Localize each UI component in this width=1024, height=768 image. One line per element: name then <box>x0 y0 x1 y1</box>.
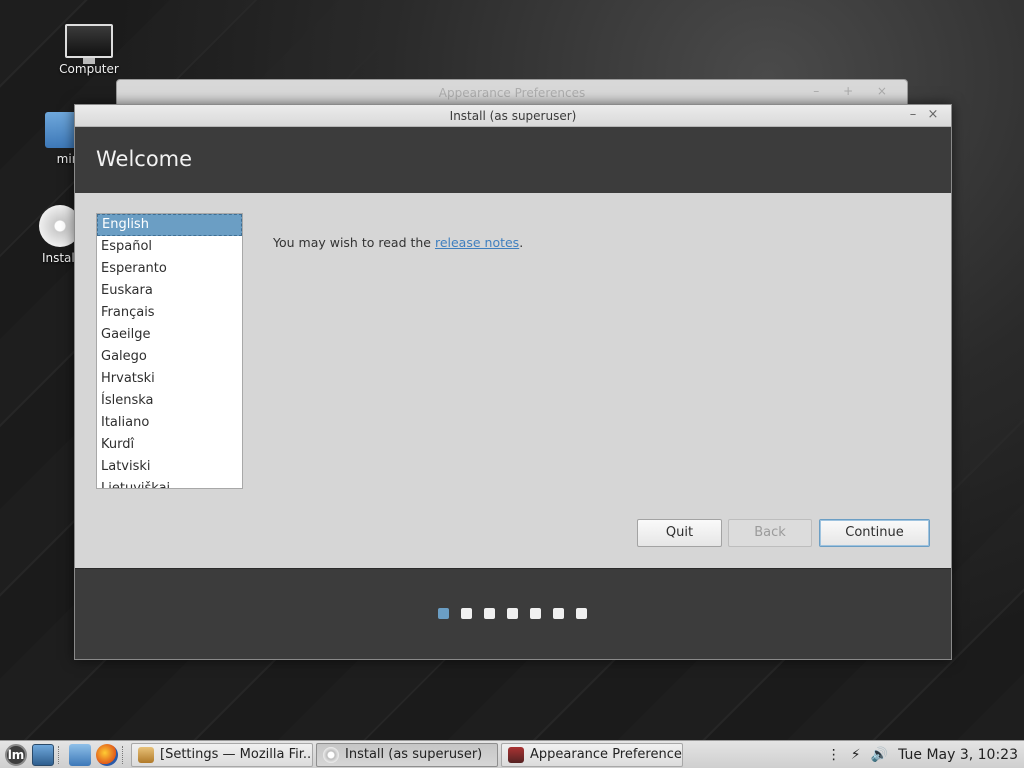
language-item[interactable]: Hrvatski <box>97 368 242 390</box>
minimize-button[interactable]: – <box>905 107 921 122</box>
window-title: Install (as superuser) <box>449 109 577 123</box>
progress-dot <box>576 608 587 619</box>
task-install[interactable]: Install (as superuser) <box>316 742 498 767</box>
release-notes-text: You may wish to read the release notes. <box>273 235 523 250</box>
desktop-icon-computer[interactable]: Computer <box>49 24 129 76</box>
appearance-icon <box>508 746 524 763</box>
language-item[interactable]: Kurdî <box>97 434 242 456</box>
separator <box>58 745 60 764</box>
task-settings-firefox[interactable]: [Settings — Mozilla Fir... <box>131 742 313 767</box>
notes-suffix: . <box>519 235 524 250</box>
page-header: Welcome <box>75 127 951 193</box>
quit-button[interactable]: Quit <box>637 519 722 547</box>
language-item[interactable]: Latviski <box>97 456 242 478</box>
progress-dot <box>553 608 564 619</box>
language-item[interactable]: Français <box>97 302 242 324</box>
language-item[interactable]: English <box>97 214 242 236</box>
progress-dot <box>461 608 472 619</box>
progress-dots <box>438 608 587 619</box>
back-button[interactable]: Back <box>728 519 812 547</box>
notes-prefix: You may wish to read the <box>273 235 435 250</box>
progress-dot <box>530 608 541 619</box>
close-button[interactable]: × <box>925 107 941 122</box>
clock[interactable]: Tue May 3, 10:23 <box>898 747 1018 763</box>
titlebar[interactable]: Install (as superuser) – × <box>75 105 951 127</box>
language-list[interactable]: English Español Esperanto Euskara Français Ga… <box>96 213 243 489</box>
network-icon[interactable]: ⚡ <box>851 747 861 763</box>
system-tray: ⋮ ⚡ 🔊 Tue May 3, 10:23 <box>827 747 1024 763</box>
menu-button[interactable]: lm <box>5 743 27 766</box>
progress-footer <box>75 568 951 659</box>
progress-dot <box>484 608 495 619</box>
release-notes-link[interactable]: release notes <box>435 235 519 250</box>
language-item[interactable]: Galego <box>97 346 242 368</box>
language-item[interactable]: Italiano <box>97 412 242 434</box>
progress-dot <box>507 608 518 619</box>
language-item[interactable]: Lietuviškai <box>97 478 242 488</box>
continue-button[interactable]: Continue <box>819 519 930 547</box>
installer-window: Install (as superuser) – × Welcome Engli… <box>74 104 952 660</box>
taskbar: lm [Settings — Mozilla Fir... Install (a… <box>0 740 1024 768</box>
language-item[interactable]: Íslenska <box>97 390 242 412</box>
desktop-icon-label: Computer <box>59 62 119 76</box>
task-appearance[interactable]: Appearance Preferences <box>501 742 683 767</box>
firefox-icon[interactable] <box>96 743 118 766</box>
language-item[interactable]: Euskara <box>97 280 242 302</box>
computer-icon <box>65 24 113 64</box>
drag-handle-icon[interactable]: ⋮ <box>827 747 841 763</box>
task-label: [Settings — Mozilla Fir... <box>160 747 313 762</box>
content-area: English Español Esperanto Euskara Français Ga… <box>75 193 951 569</box>
window-title: Appearance Preferences <box>438 86 586 100</box>
page-title: Welcome <box>96 147 193 171</box>
volume-icon[interactable]: 🔊 <box>871 747 888 763</box>
language-item[interactable]: Gaeilge <box>97 324 242 346</box>
language-item[interactable]: Español <box>97 236 242 258</box>
task-label: Install (as superuser) <box>345 747 483 762</box>
disc-icon <box>323 746 339 763</box>
show-desktop-icon[interactable] <box>32 743 54 766</box>
progress-dot <box>438 608 449 619</box>
window-controls[interactable]: – + × <box>813 84 897 98</box>
files-icon[interactable] <box>69 743 91 766</box>
settings-icon <box>138 746 154 763</box>
separator <box>122 745 124 764</box>
language-item[interactable]: Esperanto <box>97 258 242 280</box>
task-label: Appearance Preferences <box>530 747 683 762</box>
